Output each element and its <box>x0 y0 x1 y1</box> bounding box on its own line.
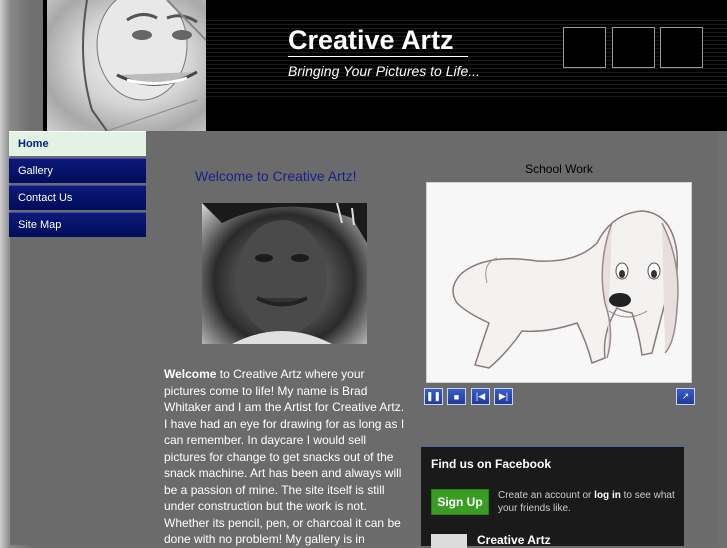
site-title-underline <box>288 56 468 57</box>
header-portrait-drawing <box>47 0 206 131</box>
nav-item-gallery[interactable]: Gallery <box>9 158 146 183</box>
header-decor-box <box>660 27 703 68</box>
slideshow-image[interactable] <box>426 182 692 383</box>
intro-paragraph: Welcome to Creative Artz where your pict… <box>164 366 408 548</box>
nav-item-home[interactable]: Home <box>9 131 146 156</box>
facebook-login-link[interactable]: log in <box>594 490 621 501</box>
site-header: Creative Artz Bringing Your Pictures to … <box>43 0 727 131</box>
facebook-title: Find us on Facebook <box>431 457 552 471</box>
facebook-login-text: Create an account or log in to see what … <box>498 489 678 515</box>
header-decor-box <box>563 27 606 68</box>
facebook-text-before: Create an account or <box>498 490 595 501</box>
popout-icon[interactable]: ↗ <box>676 388 695 405</box>
next-icon[interactable]: ▶| <box>494 388 513 405</box>
nav-item-contact-us[interactable]: Contact Us <box>9 185 146 210</box>
site-title[interactable]: Creative Artz <box>288 25 454 56</box>
intro-bold-lead: Welcome <box>164 367 217 381</box>
slideshow-caption: School Work <box>525 162 593 176</box>
intro-body: to Creative Artz where your pictures com… <box>164 367 405 546</box>
previous-icon[interactable]: |◀ <box>471 388 490 405</box>
facebook-widget: Find us on Facebook Sign Up Create an ac… <box>421 446 684 548</box>
site-tagline: Bringing Your Pictures to Life... <box>288 63 480 79</box>
facebook-page-thumbnail <box>431 534 467 548</box>
facebook-signup-button[interactable]: Sign Up <box>431 489 489 515</box>
pause-icon[interactable]: ❚❚ <box>424 388 443 405</box>
header-decor-box <box>612 27 655 68</box>
welcome-heading: Welcome to Creative Artz! <box>195 168 357 184</box>
nav-item-site-map[interactable]: Site Map <box>9 212 146 237</box>
main-nav: Home Gallery Contact Us Site Map <box>9 131 146 239</box>
artist-photo <box>202 203 367 344</box>
stop-icon[interactable]: ■ <box>447 388 466 405</box>
